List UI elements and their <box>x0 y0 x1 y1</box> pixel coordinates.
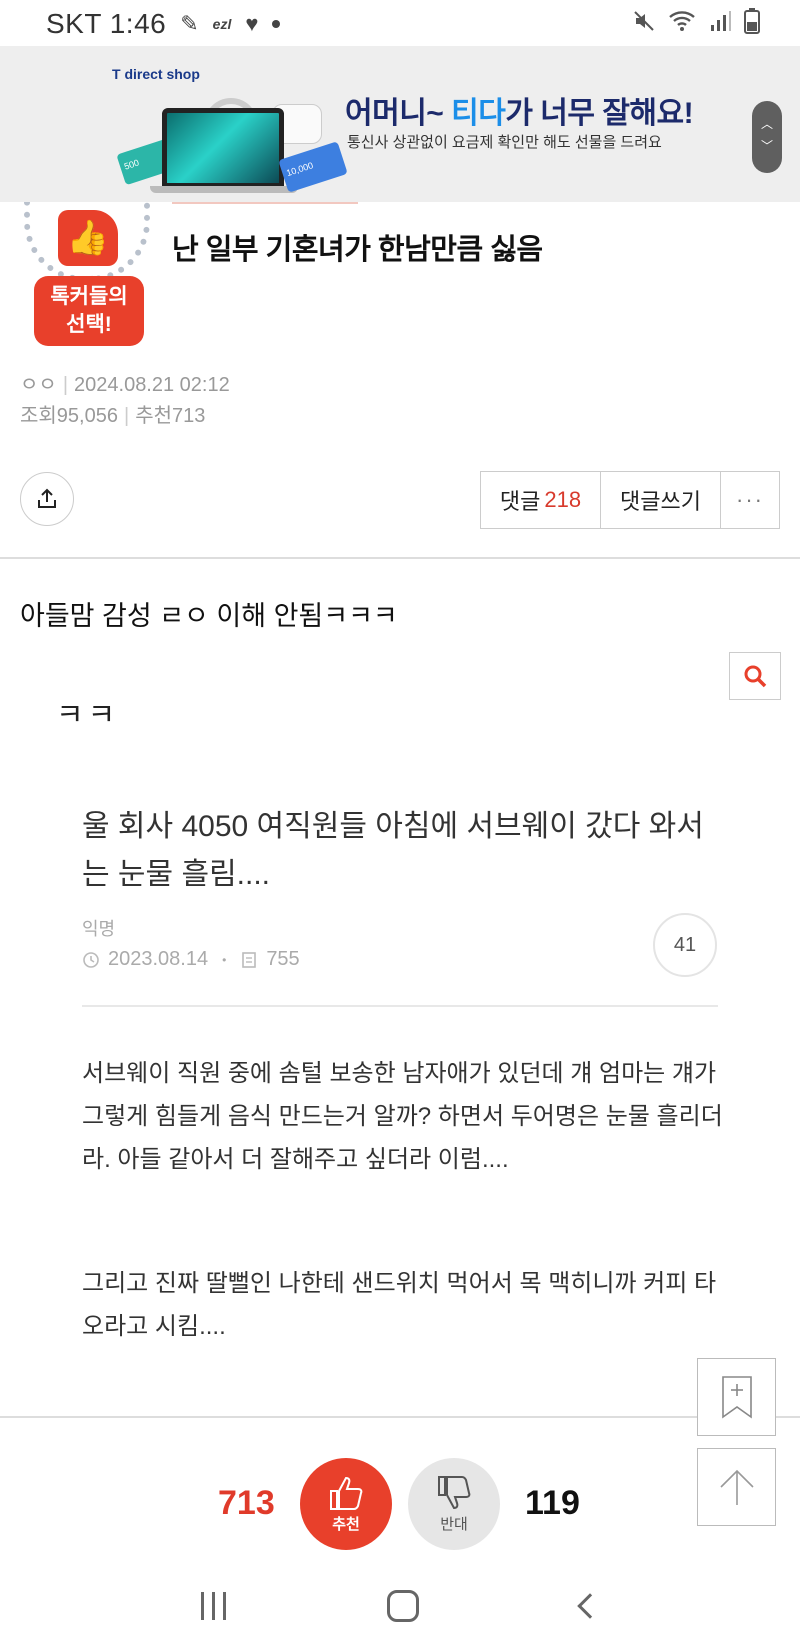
badge-line2: 선택! <box>66 313 112 336</box>
mute-icon <box>634 11 654 31</box>
chevron-up-icon: ︿ <box>760 117 773 131</box>
separator: | <box>123 405 130 427</box>
talkers-choice-badge: 👍 톡커들의 선택! <box>20 202 154 350</box>
document-icon <box>242 951 257 968</box>
downvote-label: 반대 <box>440 1515 468 1533</box>
separator: | <box>62 374 69 396</box>
downvote-button[interactable]: 반대 <box>408 1458 500 1550</box>
embedded-author: 익명 <box>82 919 116 939</box>
comments-label: 댓글 <box>499 489 541 514</box>
post-datetime: 2024.08.21 02:12 <box>74 374 230 396</box>
upvote-button[interactable]: 추천 <box>300 1458 392 1550</box>
embedded-views: 755 <box>266 948 300 970</box>
ad-coupon-tag: 10,000 <box>278 141 348 193</box>
ad-scroll-toggle[interactable]: ︿ ﹀ <box>752 101 782 173</box>
recent-apps-icon[interactable] <box>200 1592 226 1620</box>
thumbs-up-icon <box>330 1476 363 1510</box>
status-bar: SKT 1:46 ✎ ezl ♥ <box>0 0 800 46</box>
heart-icon: ♥ <box>245 11 259 36</box>
scroll-to-top-button[interactable] <box>697 1448 776 1526</box>
thumbs-down-icon <box>438 1475 471 1509</box>
embedded-meta: 2023.08.14 • 755 <box>82 948 300 971</box>
ad-title-highlight: 티다 <box>451 97 506 130</box>
post-meta-author: ㅇㅇ | 2024.08.21 02:12 <box>20 368 230 397</box>
signal-icon <box>711 11 731 31</box>
section-divider <box>0 1416 800 1418</box>
ad-title: 어머니~ 티다가 너무 잘해요! <box>345 88 694 132</box>
author-name[interactable]: ㅇㅇ <box>20 374 57 396</box>
bookmark-button[interactable] <box>697 1358 776 1436</box>
search-icon <box>744 665 767 688</box>
wifi-icon <box>669 11 695 31</box>
thumbs-up-icon: 👍 <box>58 210 118 266</box>
arrow-up-icon <box>719 1469 754 1505</box>
ad-subtitle: 통신사 상관없이 요금제 확인만 해도 선물을 드려요 <box>347 134 662 151</box>
comments-button[interactable]: 댓글 218 <box>481 472 601 528</box>
ezl-icon: ezl <box>212 16 232 32</box>
comment-count: 218 <box>544 487 582 512</box>
ad-brand: T direct shop <box>112 66 200 82</box>
recommend-count: 추천713 <box>135 405 206 427</box>
embedded-paragraph: 서브웨이 직원 중에 솜털 보송한 남자애가 있던데 걔 엄마는 걔가 그렇게 … <box>82 1060 723 1173</box>
chevron-down-icon: ﹀ <box>760 139 773 153</box>
section-divider <box>0 557 800 559</box>
view-count: 조회95,056 <box>20 405 118 427</box>
embedded-laugh-text: ㅋㅋ <box>56 699 120 732</box>
embedded-date: 2023.08.14 <box>108 948 209 970</box>
bookmark-add-icon <box>721 1376 752 1419</box>
ad-banner[interactable]: T direct shop 500 10,000 어머니~ 티다가 너무 잘해요… <box>0 46 800 202</box>
upvote-count: 713 <box>218 1484 275 1522</box>
home-icon[interactable] <box>387 1590 420 1622</box>
system-nav-bar <box>0 1568 800 1644</box>
more-options-button[interactable]: ··· <box>721 472 779 528</box>
ad-title-part: 가 너무 잘해요! <box>505 97 694 130</box>
battery-icon <box>744 8 760 34</box>
post-action-buttons: 댓글 218 댓글쓰기 ··· <box>480 471 780 529</box>
notification-dot-icon <box>272 20 281 28</box>
back-icon[interactable] <box>577 1593 603 1619</box>
downvote-count: 119 <box>525 1484 580 1522</box>
status-bar-left: SKT 1:46 ✎ ezl ♥ <box>46 8 281 40</box>
status-bar-right <box>632 8 760 34</box>
title-accent-line <box>172 202 358 204</box>
embedded-post-title: 울 회사 4050 여직원들 아침에 서브웨이 갔다 와서는 눈물 흘림.... <box>82 810 704 891</box>
write-comment-button[interactable]: 댓글쓰기 <box>601 472 721 528</box>
pen-icon: ✎ <box>180 11 199 36</box>
post-body-text: 아들맘 감성 ㄹㅇ 이해 안됨ㅋㅋㅋ <box>20 601 398 631</box>
image-zoom-button[interactable] <box>729 652 781 700</box>
upvote-label: 추천 <box>332 1515 360 1533</box>
badge-line1: 톡커들의 <box>50 285 128 308</box>
ad-title-part: 어머니~ <box>345 97 452 130</box>
clock-icon <box>83 951 99 968</box>
embedded-comment-count: 41 <box>653 913 717 977</box>
laptop-base <box>150 186 298 193</box>
carrier-time: SKT 1:46 <box>46 8 167 39</box>
embedded-paragraph: 그리고 진짜 딸뻘인 나한테 샌드위치 먹어서 목 맥히니까 커피 타오라고 시… <box>82 1270 717 1340</box>
share-button[interactable] <box>20 472 74 526</box>
post-meta-stats: 조회95,056 | 추천713 <box>20 399 205 428</box>
share-icon <box>38 488 56 508</box>
embedded-divider <box>82 1005 718 1007</box>
badge-label: 톡커들의 선택! <box>34 276 144 346</box>
laptop-image <box>162 108 284 188</box>
post-title: 난 일부 기혼녀가 한남만큼 싫음 <box>172 234 543 266</box>
separator: • <box>222 952 227 967</box>
